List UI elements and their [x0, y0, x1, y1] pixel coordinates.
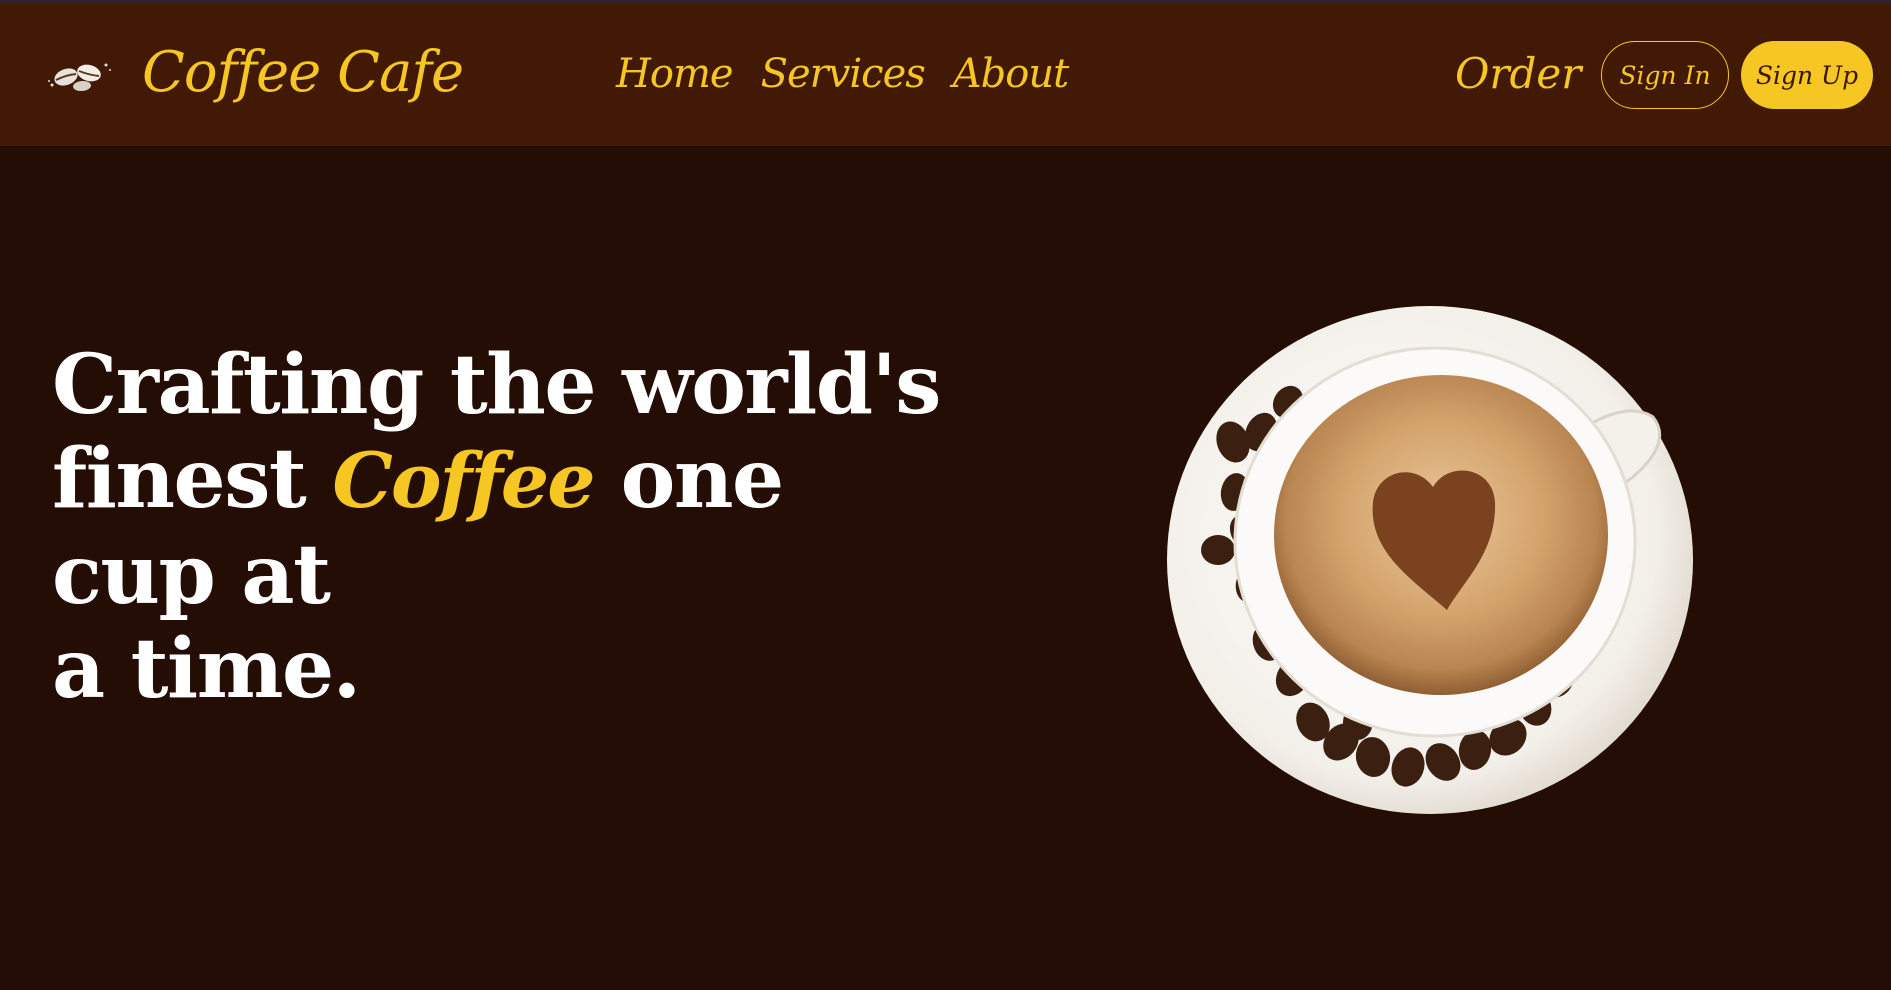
- logo[interactable]: [44, 35, 116, 115]
- hero-line-2-start: finest: [52, 431, 307, 527]
- main-nav: Home Services About: [616, 43, 1069, 105]
- nav-about[interactable]: About: [953, 43, 1069, 105]
- hero-accent-word: Coffee: [332, 436, 595, 525]
- nav-home[interactable]: Home: [616, 43, 734, 105]
- nav-services[interactable]: Services: [761, 43, 926, 105]
- site-header: Coffee Cafe Home Services About Order Si…: [0, 3, 1891, 146]
- hero-line-3: a time.: [52, 621, 361, 717]
- coffee-beans-icon: [48, 63, 111, 92]
- hero-line-1: Crafting the world's: [52, 337, 941, 433]
- hero-heading: Crafting the world's finest Coffee one c…: [52, 338, 972, 716]
- sign-in-button[interactable]: Sign In: [1601, 41, 1729, 109]
- nav-order[interactable]: Order: [1455, 43, 1581, 105]
- sign-up-button[interactable]: Sign Up: [1741, 41, 1873, 109]
- brand-name[interactable]: Coffee Cafe: [142, 33, 464, 113]
- coffee-cup-image: [1163, 302, 1703, 817]
- coffee-cup-icon: [1167, 306, 1693, 814]
